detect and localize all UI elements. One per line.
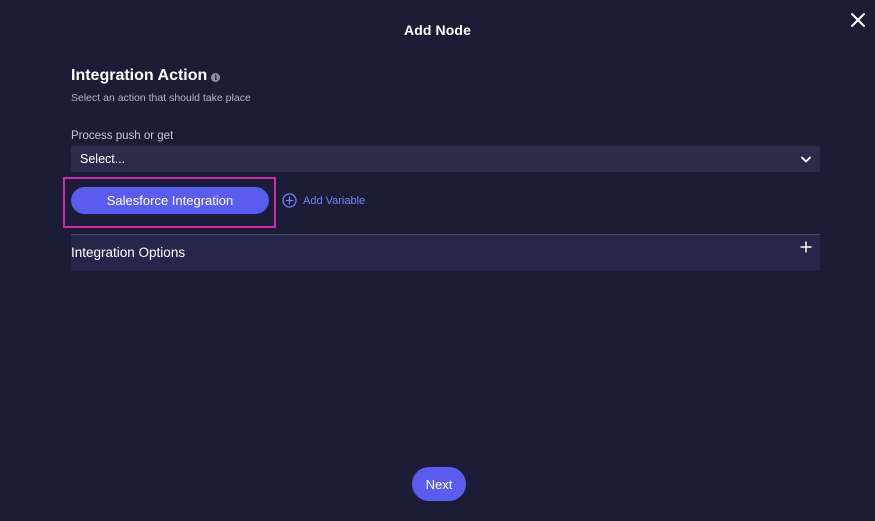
process-select[interactable]: Select...: [71, 146, 820, 172]
add-node-modal: Add Node Integration Action i Select an …: [0, 0, 875, 521]
process-field-label: Process push or get: [71, 130, 174, 142]
add-variable-link[interactable]: Add Variable: [282, 193, 365, 208]
integration-options-accordion[interactable]: Integration Options: [71, 234, 820, 271]
plus-icon[interactable]: [800, 241, 812, 253]
plus-circle-icon: [282, 193, 297, 208]
close-icon: [851, 13, 865, 27]
process-select-value: Select...: [80, 152, 126, 166]
close-button[interactable]: [849, 11, 867, 29]
next-button[interactable]: Next: [412, 467, 466, 501]
info-icon[interactable]: i: [211, 73, 221, 82]
add-variable-label: Add Variable: [303, 194, 366, 207]
accordion-label: Integration Options: [71, 245, 186, 260]
section-subtitle: Select an action that should take place: [71, 92, 251, 104]
section-heading: Integration Action i: [71, 67, 221, 85]
section-title: Integration Action: [71, 67, 208, 84]
chevron-down-icon: [801, 156, 811, 162]
salesforce-integration-button[interactable]: Salesforce Integration: [71, 187, 269, 214]
modal-title: Add Node: [404, 22, 471, 38]
